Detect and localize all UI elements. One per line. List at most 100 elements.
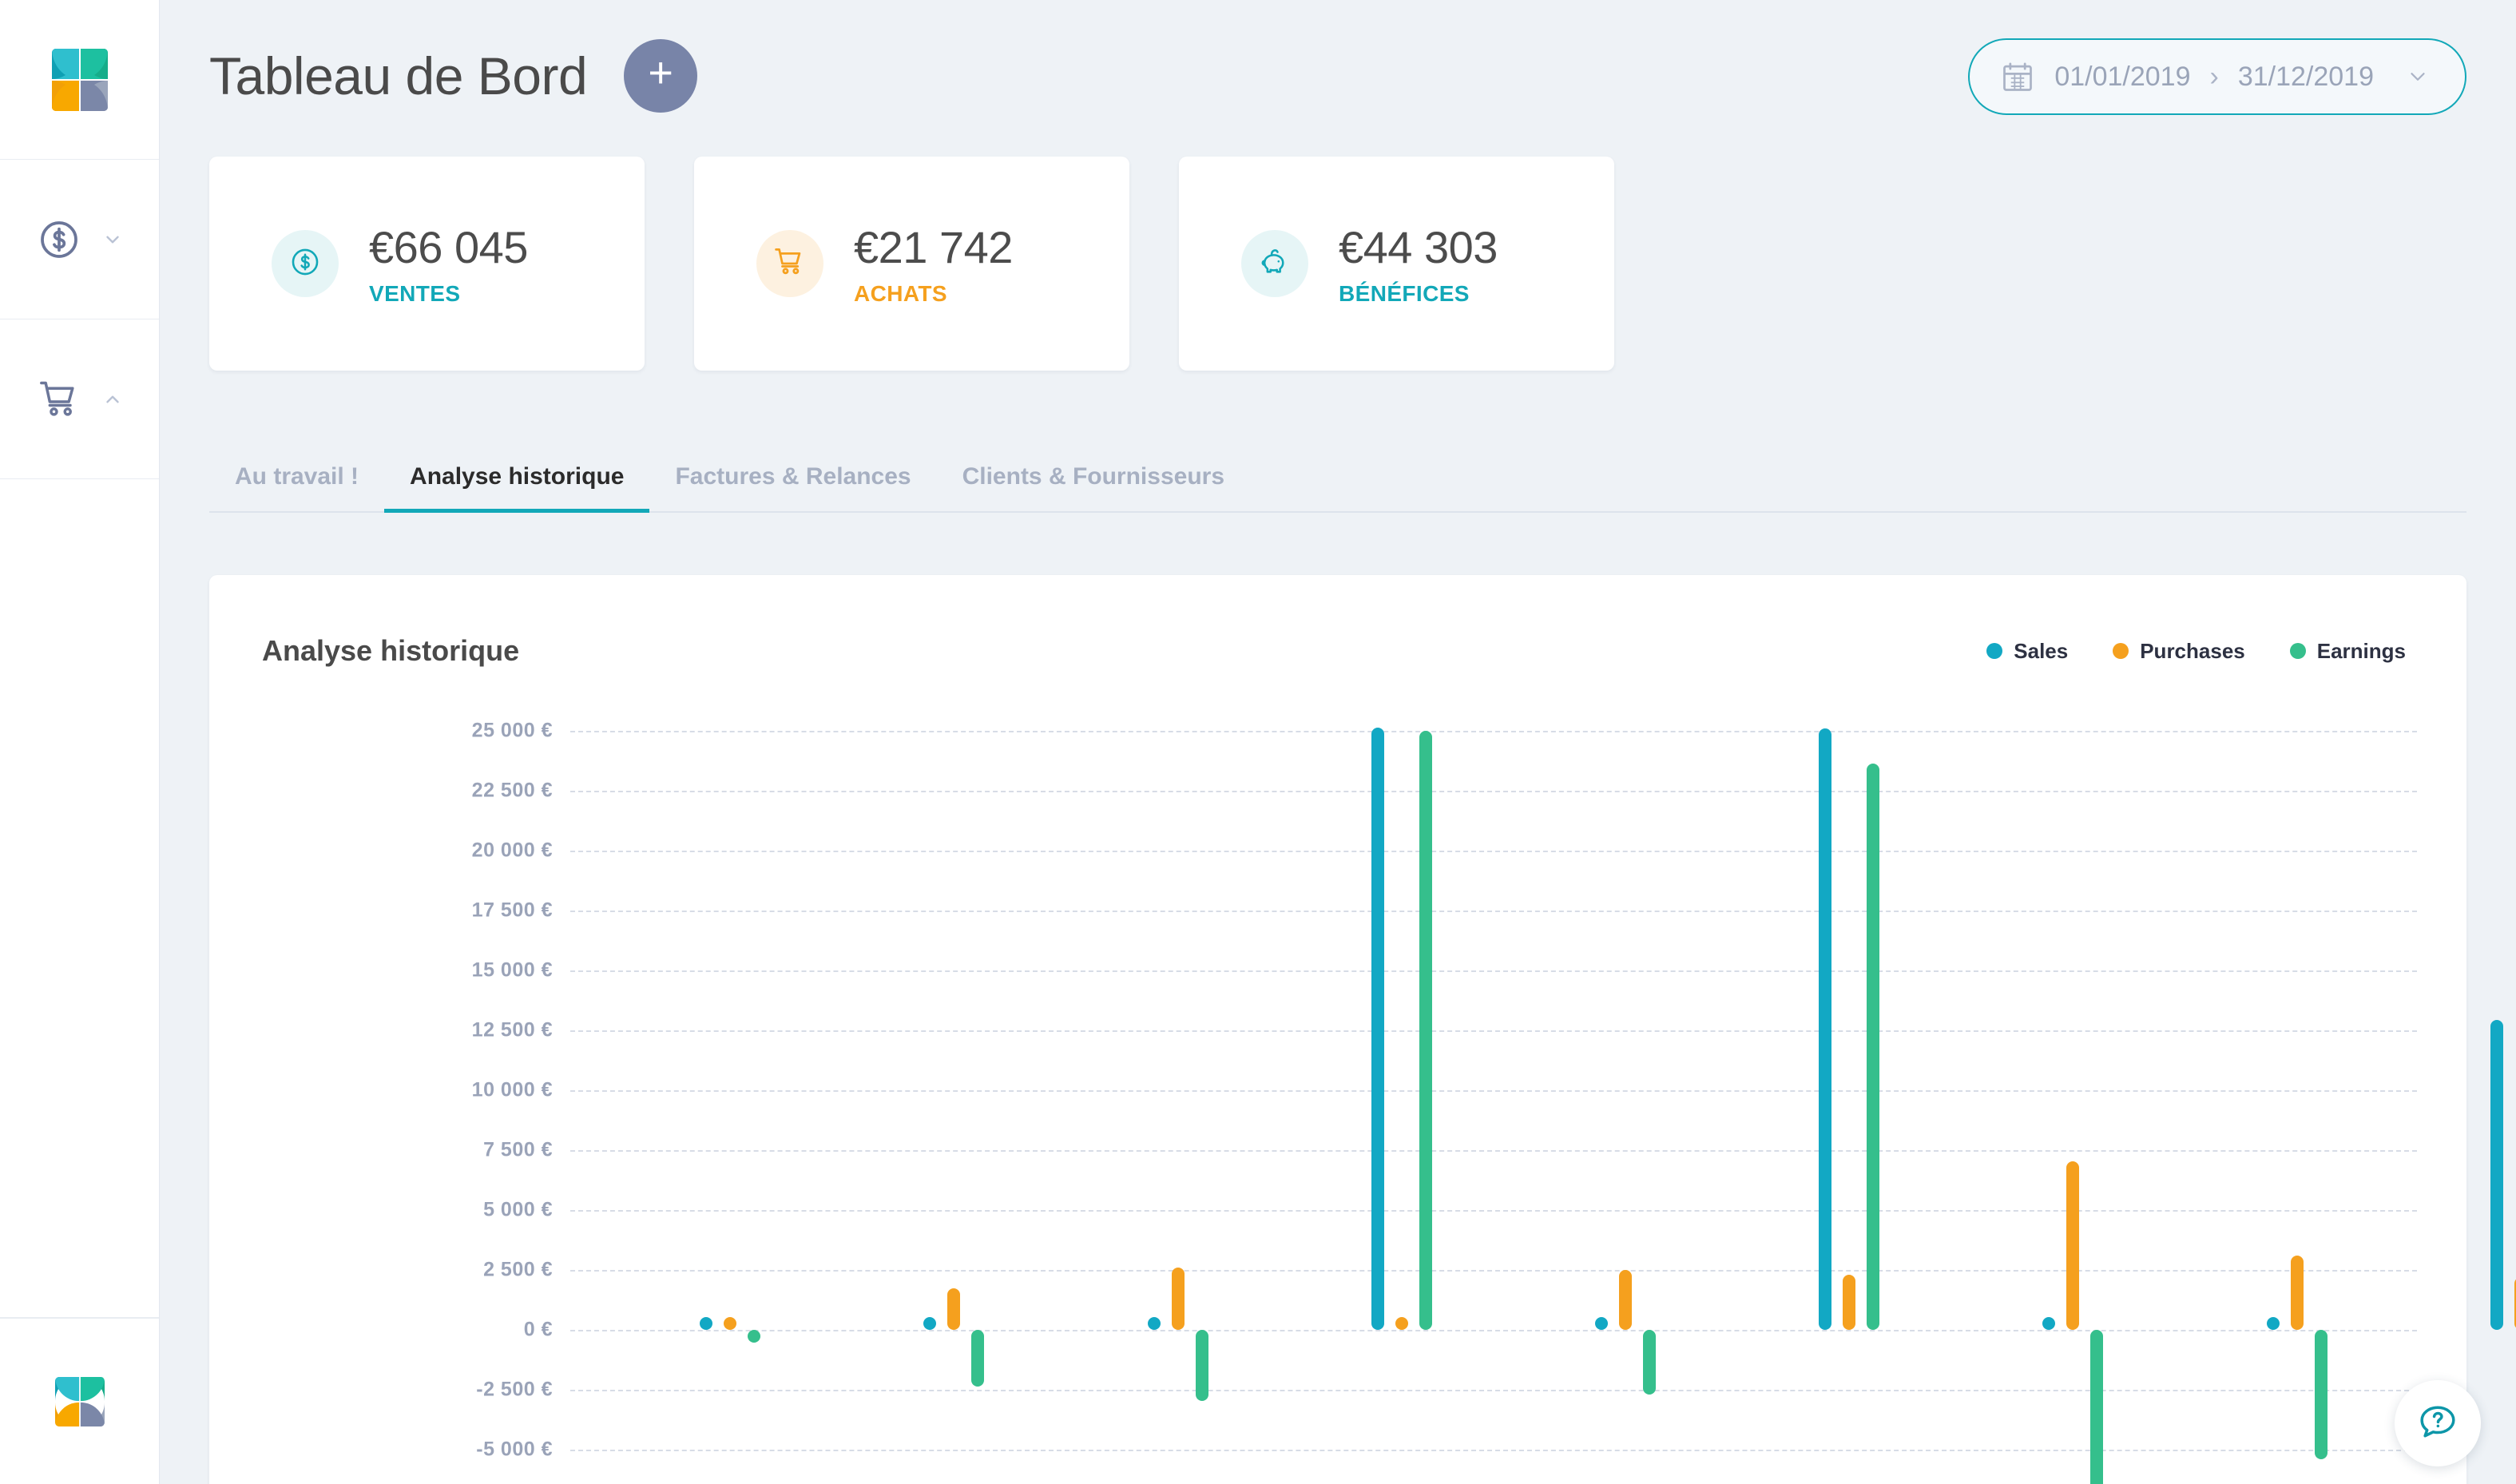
chart-bar[interactable] (700, 1317, 713, 1330)
y-axis-tick-label: 2 500 € (483, 1258, 553, 1281)
chart-bar[interactable] (1643, 1330, 1656, 1395)
kpi-icon-wrap (272, 230, 339, 297)
kpi-text: €66 045 VENTES (369, 221, 528, 307)
y-axis-tick-label: 10 000 € (471, 1078, 553, 1101)
help-chat-icon (2415, 1399, 2460, 1448)
tab-analyse-historique[interactable]: Analyse historique (384, 463, 650, 513)
kpi-text: €21 742 ACHATS (854, 221, 1013, 307)
chart-bar[interactable] (2066, 1161, 2080, 1330)
kpi-text: €44 303 BÉNÉFICES (1339, 221, 1498, 307)
legend-dot-purchases (2113, 643, 2129, 659)
y-axis-tick-label: 7 500 € (483, 1138, 553, 1161)
tab-au-travail[interactable]: Au travail ! (209, 463, 384, 511)
kpi-value: €21 742 (854, 221, 1013, 272)
chart-bar[interactable] (2266, 1317, 2280, 1330)
kpi-value: €66 045 (369, 221, 528, 272)
chart-bar[interactable] (971, 1330, 985, 1387)
help-button[interactable] (2395, 1380, 2481, 1466)
dollar-circle-icon (37, 217, 81, 262)
chart-bar[interactable] (1147, 1317, 1161, 1330)
chart-bar[interactable] (2042, 1317, 2056, 1330)
kpi-icon-wrap (1241, 230, 1308, 297)
chart-bar[interactable] (2290, 1256, 2304, 1330)
y-axis-tick-label: 5 000 € (483, 1198, 553, 1221)
legend-dot-earnings (2289, 643, 2306, 659)
date-start: 01/01/2019 (2054, 61, 2191, 92)
chart-bar[interactable] (1395, 1317, 1408, 1330)
chart-bar[interactable] (1419, 731, 1432, 1330)
chart-legend: Sales Purchases Earnings (1986, 639, 2406, 664)
date-end: 31/12/2019 (2237, 61, 2374, 92)
legend-label-earnings: Earnings (2316, 638, 2406, 663)
chevron-down-icon[interactable] (2406, 65, 2430, 89)
y-axis-tick-label: 15 000 € (471, 958, 553, 982)
y-axis-tick-label: 25 000 € (471, 719, 553, 742)
sidebar-item-purchases[interactable] (0, 319, 159, 479)
tab-clients-fournisseurs[interactable]: Clients & Fournisseurs (937, 463, 1250, 511)
y-axis-tick-label: 12 500 € (471, 1018, 553, 1042)
chart-bar[interactable] (1619, 1270, 1632, 1330)
chart-bar[interactable] (1867, 763, 1880, 1330)
legend-item-purchases[interactable]: Purchases (2113, 639, 2245, 664)
chart-bar[interactable] (947, 1288, 961, 1330)
tab-factures-relances[interactable]: Factures & Relances (649, 463, 936, 511)
tab-bar: Au travail ! Analyse historique Factures… (209, 444, 2466, 513)
date-range-picker[interactable]: 01/01/2019 › 31/12/2019 (1968, 38, 2466, 115)
chart-bar[interactable] (2490, 1019, 2503, 1330)
piggy-bank-icon (1257, 244, 1292, 284)
legend-label-purchases: Purchases (2140, 638, 2245, 663)
sidebar-item-sales[interactable] (0, 160, 159, 319)
y-axis-tick-label: -2 500 € (476, 1378, 553, 1401)
sidebar-footer-logo[interactable] (0, 1318, 159, 1484)
chart-plot-area: 25 000 € 22 500 € 20 000 € 17 500 € 15 000 €… (209, 695, 2516, 1484)
chart-bar[interactable] (1171, 1268, 1185, 1330)
chart-bar[interactable] (1195, 1330, 1208, 1401)
kpi-card-ventes[interactable]: €66 045 VENTES (209, 157, 645, 371)
chart-bar[interactable] (1819, 728, 1832, 1330)
brand-logo-icon (51, 48, 108, 111)
legend-item-earnings[interactable]: Earnings (2289, 638, 2406, 664)
chart-bar[interactable] (1595, 1317, 1608, 1330)
dollar-circle-icon (288, 244, 323, 284)
y-axis-tick-label: 22 500 € (471, 779, 553, 802)
chevron-down-icon[interactable] (102, 229, 123, 250)
y-axis-tick-label: -5 000 € (476, 1438, 553, 1461)
chart-bar[interactable] (1371, 727, 1384, 1330)
chevron-up-icon[interactable] (102, 389, 123, 410)
kpi-value: €44 303 (1339, 221, 1498, 272)
legend-item-sales[interactable]: Sales (1986, 639, 2068, 664)
chart-bar[interactable] (748, 1330, 761, 1343)
kpi-label: VENTES (369, 280, 461, 306)
main-content: Tableau de Bord + 01/01/2019 › 31/12/201… (160, 0, 2516, 1484)
sidebar (0, 0, 160, 1484)
kpi-icon-wrap (756, 230, 823, 297)
shopping-cart-icon (772, 244, 808, 284)
y-axis-tick-label: 0 € (523, 1318, 553, 1341)
kpi-card-benefices[interactable]: €44 303 BÉNÉFICES (1179, 157, 1614, 371)
chart-bar[interactable] (2090, 1330, 2104, 1484)
add-button[interactable]: + (624, 39, 698, 113)
legend-dot-sales (1986, 643, 2003, 659)
chart-bar[interactable] (1843, 1275, 1856, 1330)
date-separator-icon: › (2209, 61, 2219, 92)
sidebar-logo-cell[interactable] (0, 0, 159, 160)
legend-label-sales: Sales (2014, 638, 2069, 663)
brand-logo-footer-icon (54, 1376, 105, 1426)
chart-y-axis: 25 000 € 22 500 € 20 000 € 17 500 € 15 000 €… (209, 695, 553, 1484)
chart-header: Analyse historique Sales Purchases Earni… (209, 575, 2466, 668)
chart-bar[interactable] (724, 1317, 737, 1330)
calendar-icon (2000, 58, 2035, 95)
kpi-card-achats[interactable]: €21 742 ACHATS (694, 157, 1129, 371)
kpi-row: €66 045 VENTES €21 742 ACHATS €44 303 BÉ… (209, 157, 2466, 371)
kpi-label: BÉNÉFICES (1339, 280, 1470, 306)
shopping-cart-icon (37, 377, 81, 422)
chart-card: Analyse historique Sales Purchases Earni… (209, 575, 2516, 1484)
page-header: Tableau de Bord + 01/01/2019 › 31/12/201… (209, 0, 2466, 152)
kpi-label: ACHATS (854, 280, 947, 306)
sidebar-spacer (0, 479, 159, 1318)
app-root: Tableau de Bord + 01/01/2019 › 31/12/201… (0, 0, 2516, 1484)
page-title: Tableau de Bord (209, 46, 588, 105)
chart-title: Analyse historique (262, 634, 520, 667)
chart-bar[interactable] (923, 1317, 937, 1330)
chart-bar[interactable] (2314, 1330, 2327, 1459)
